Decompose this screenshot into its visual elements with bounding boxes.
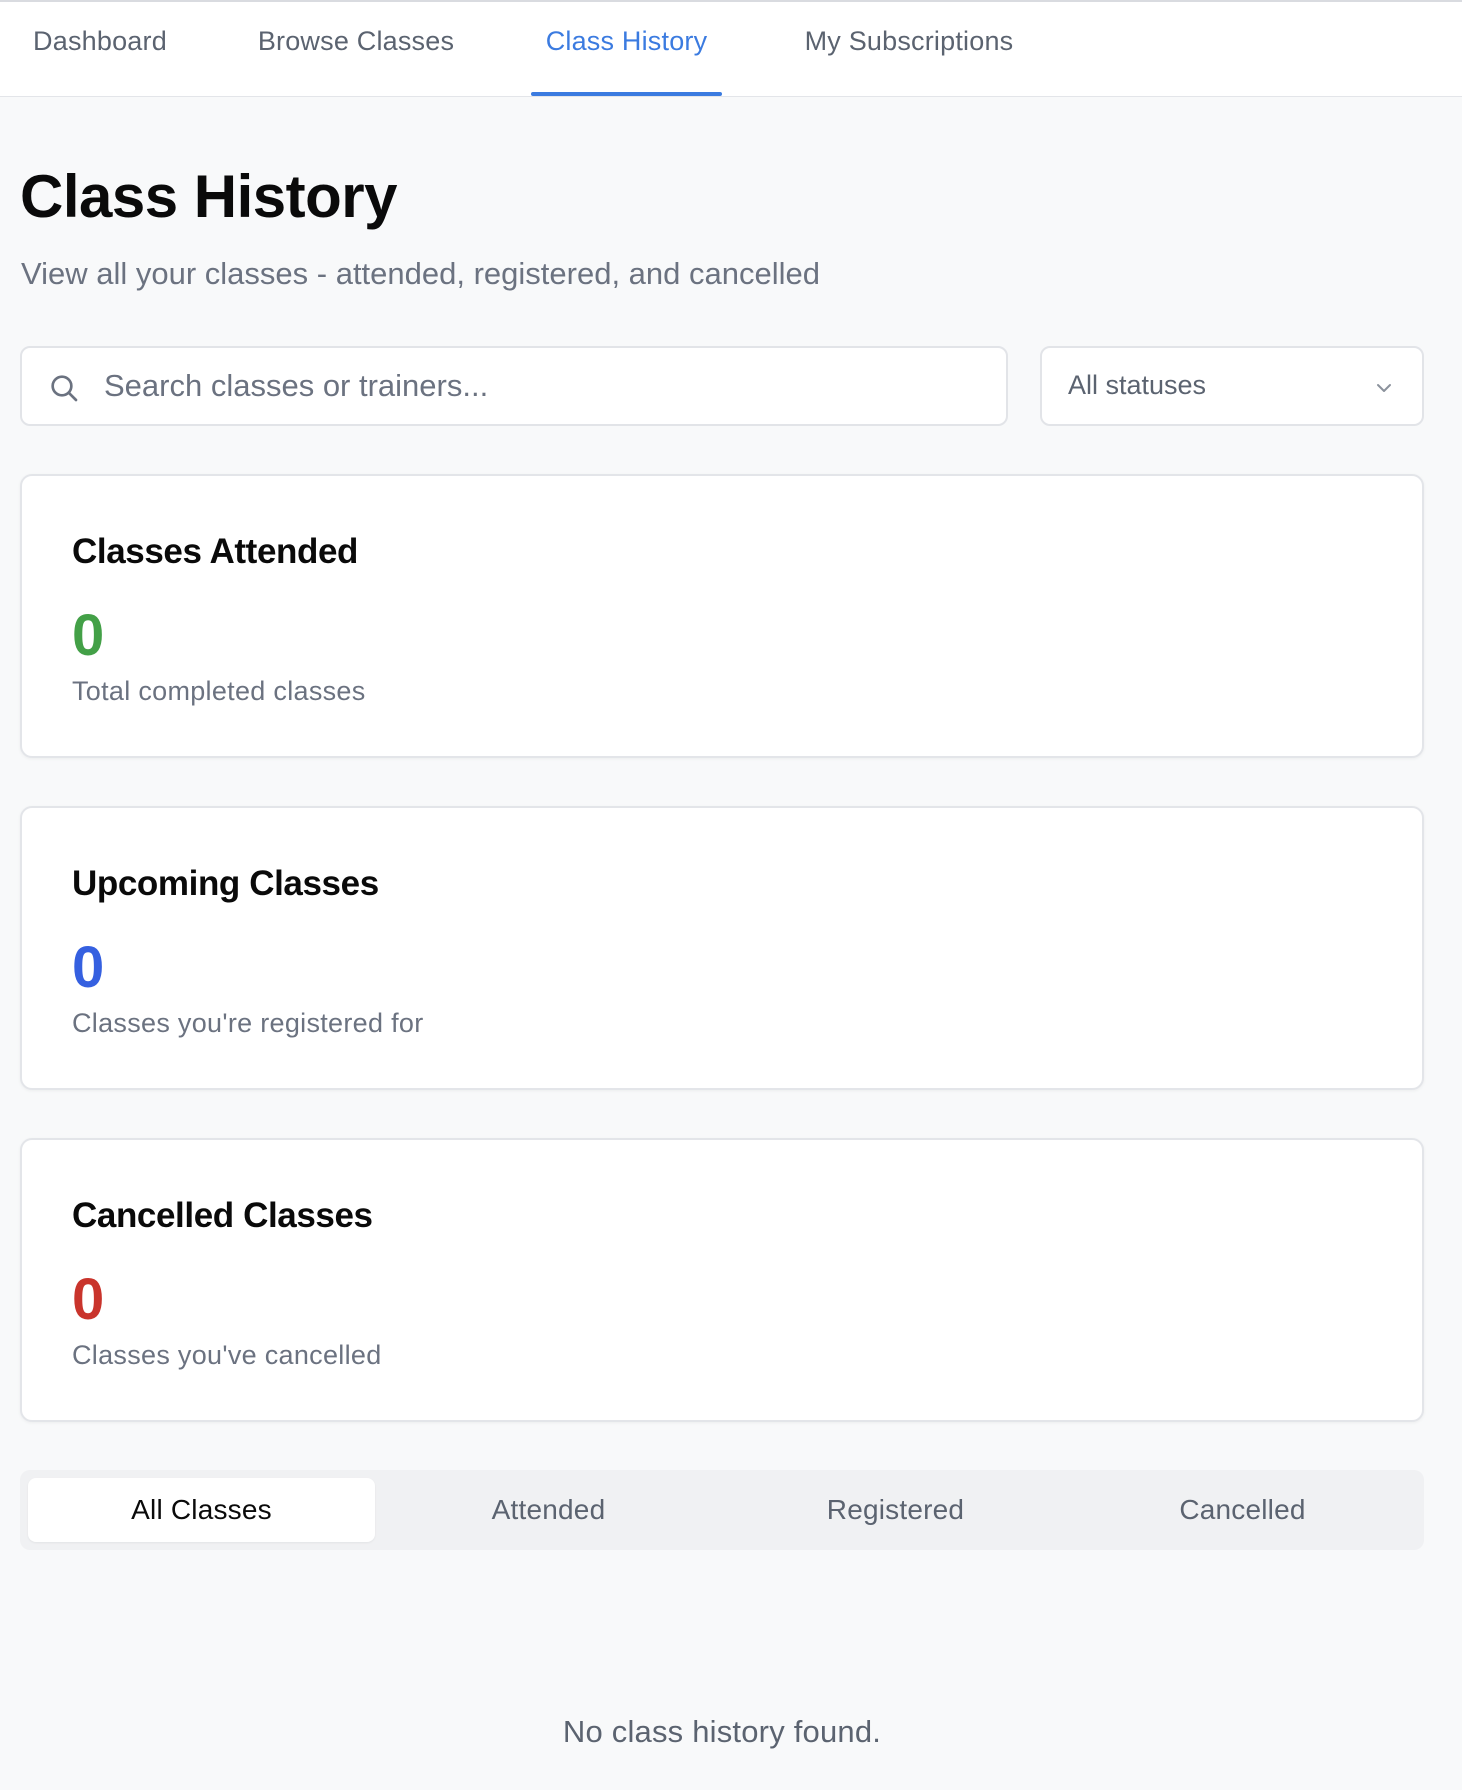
stat-description: Classes you've cancelled [72,1340,382,1370]
search-box[interactable] [20,346,1008,426]
stat-card-attended: Classes Attended 0 Total completed class… [20,474,1424,758]
search-input[interactable] [104,348,984,424]
tab-attended[interactable]: Attended [375,1478,722,1542]
tab-cancelled[interactable]: Cancelled [1069,1478,1416,1542]
nav-tab-my-subscriptions[interactable]: My Subscriptions [786,2,1032,96]
stat-title: Classes Attended [72,532,359,571]
chevron-down-icon [1377,384,1391,392]
stat-title: Upcoming Classes [72,864,379,903]
stat-description: Total completed classes [72,676,366,706]
tab-all-classes[interactable]: All Classes [28,1478,375,1542]
empty-state-message: No class history found. [562,1714,882,1749]
search-icon [51,375,78,402]
filter-tabs: All Classes Attended Registered Cancelle… [20,1470,1424,1550]
stat-value: 0 [72,935,105,1000]
stat-title: Cancelled Classes [72,1196,373,1235]
page-title: Class History [20,163,398,230]
tab-registered[interactable]: Registered [722,1478,1069,1542]
stat-description: Classes you're registered for [72,1008,424,1038]
stat-card-cancelled: Cancelled Classes 0 Classes you've cance… [20,1138,1424,1422]
status-filter-select[interactable]: All statuses [1040,346,1424,426]
stat-value: 0 [72,1267,105,1332]
top-nav: Dashboard Browse Classes Class History M… [0,0,1462,97]
stat-value: 0 [72,603,105,668]
nav-tab-dashboard[interactable]: Dashboard [16,2,184,96]
status-filter-value: All statuses [1068,370,1207,400]
stat-card-upcoming: Upcoming Classes 0 Classes you're regist… [20,806,1424,1090]
page-subtitle: View all your classes - attended, regist… [21,256,820,291]
nav-tab-class-history[interactable]: Class History [531,2,722,96]
nav-tab-browse-classes[interactable]: Browse Classes [240,2,472,96]
